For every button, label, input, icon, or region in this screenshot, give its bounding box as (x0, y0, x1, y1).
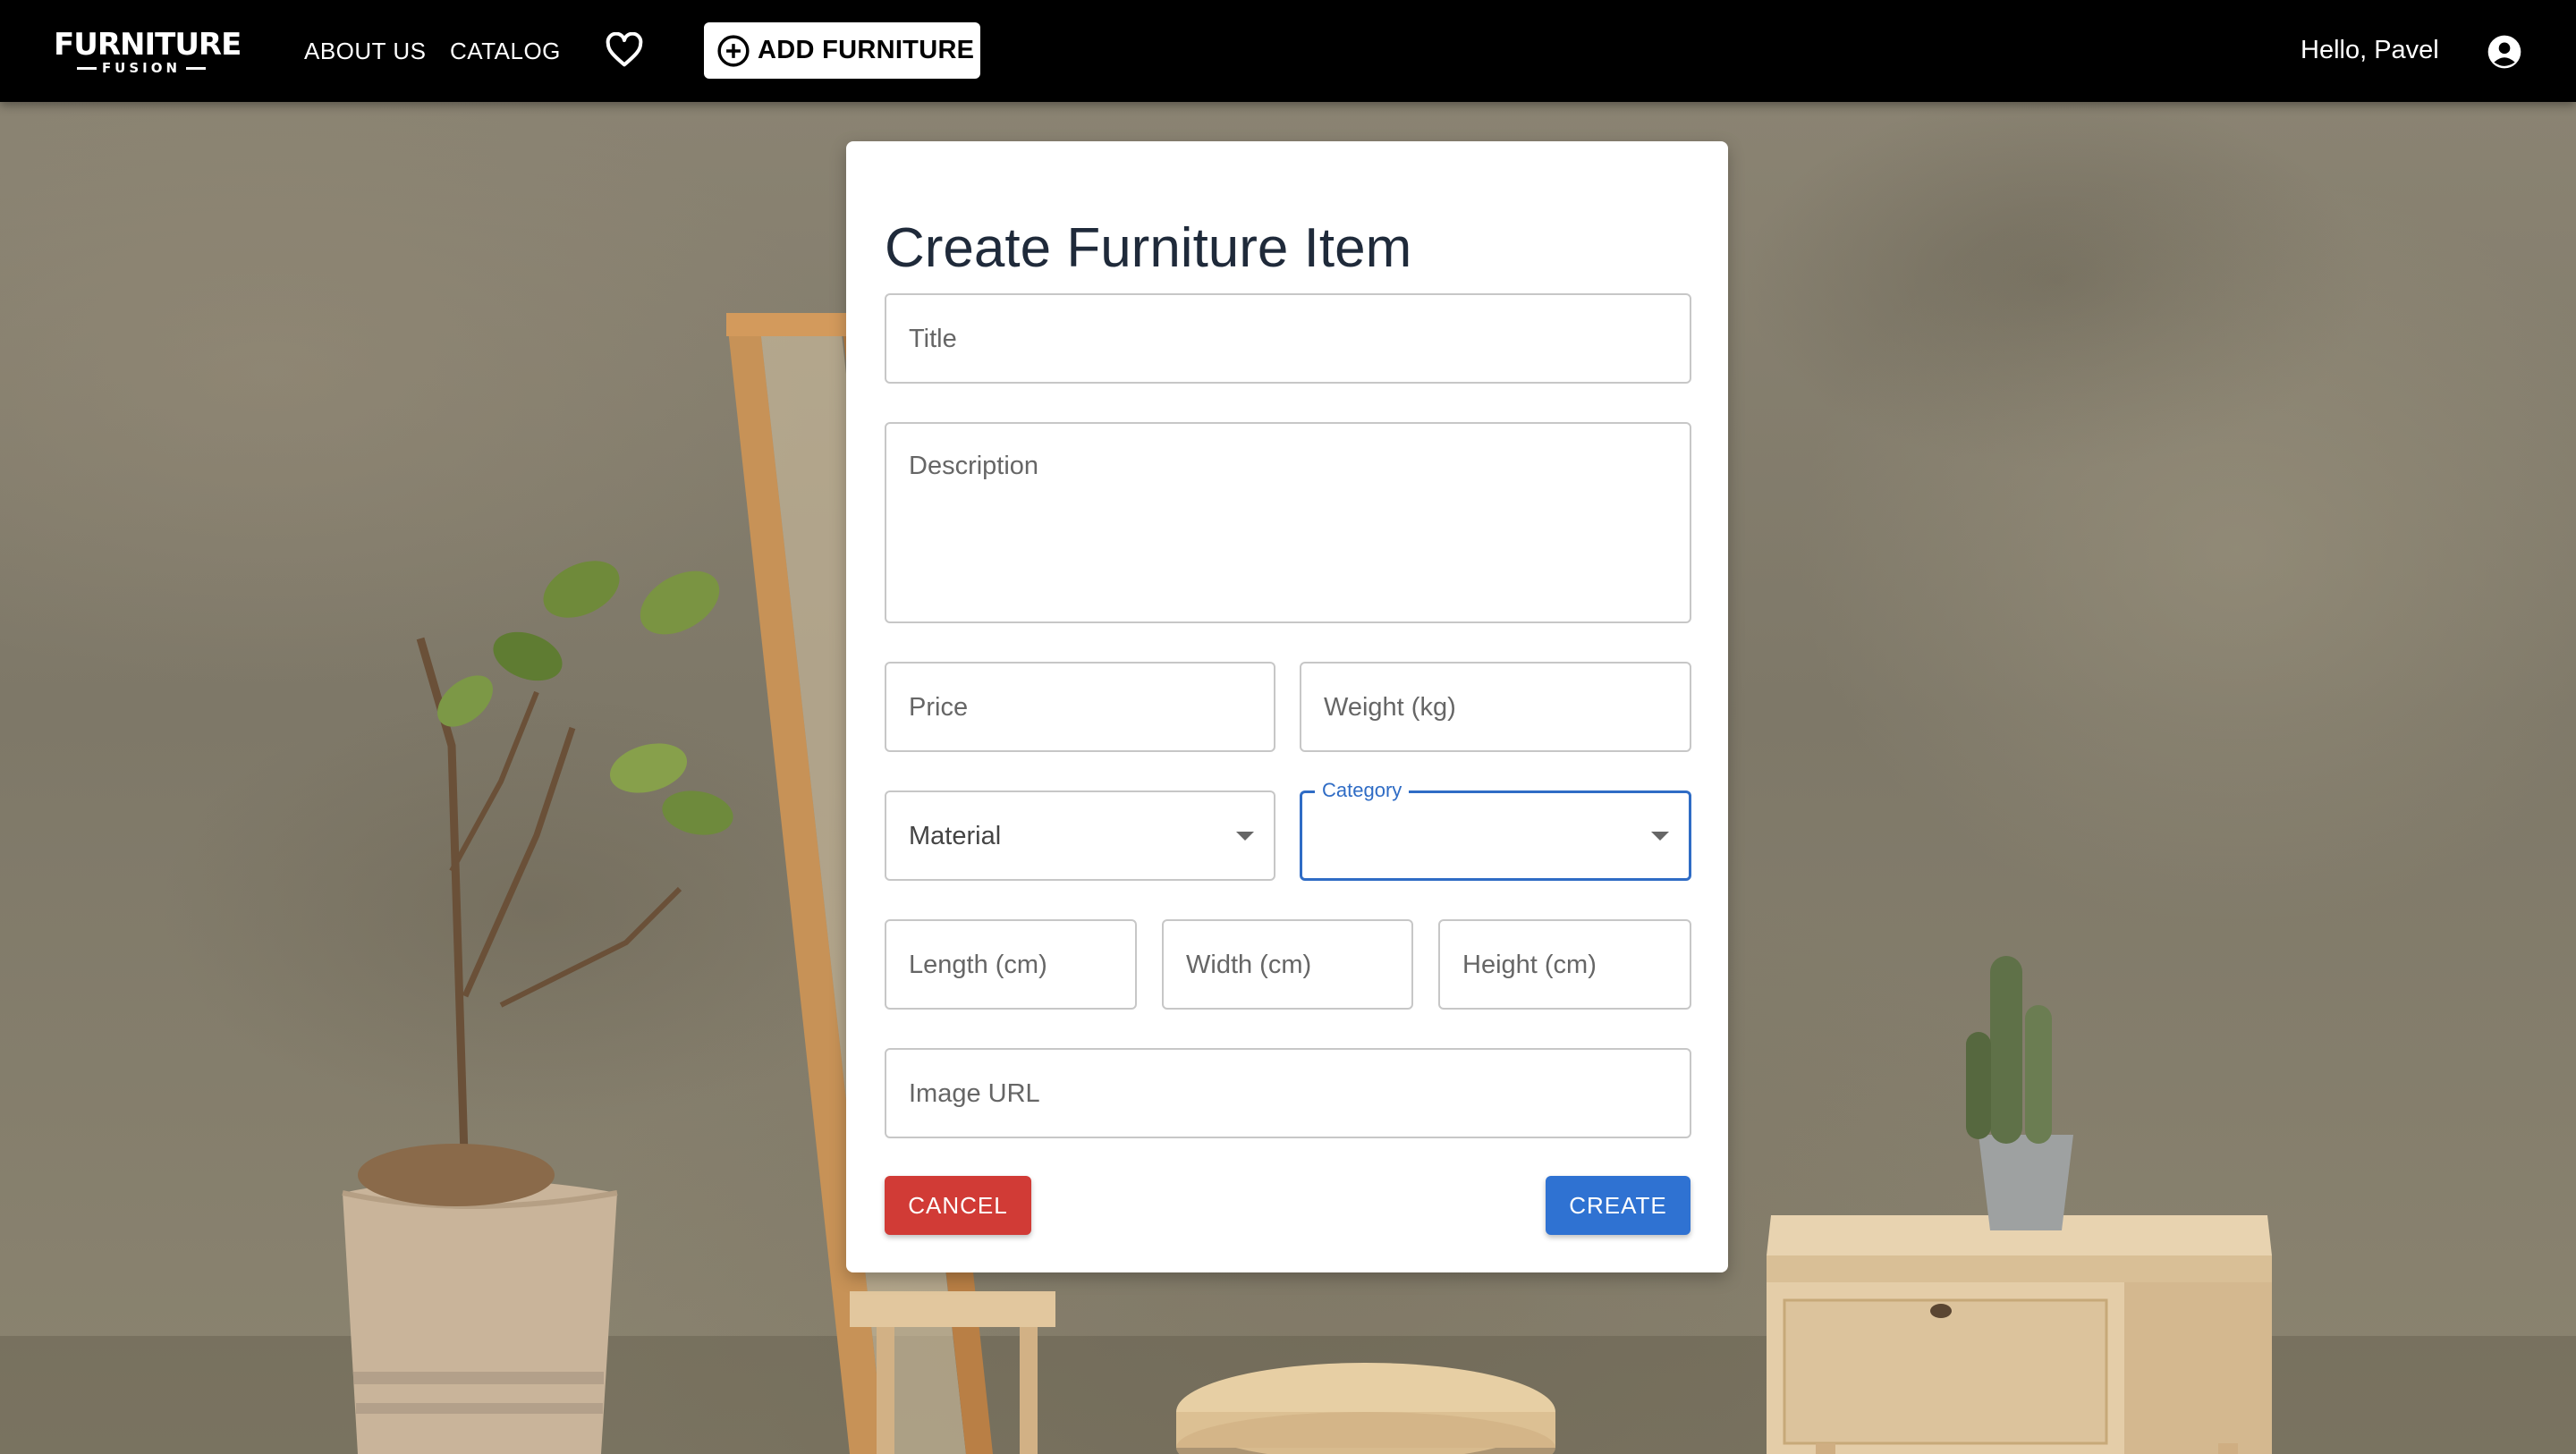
chevron-down-icon (1236, 832, 1254, 841)
brand-subtitle: FUSION (54, 61, 229, 75)
height-input[interactable]: Height (cm) (1438, 919, 1691, 1010)
top-navbar: FURNITURE FUSION ABOUT US CATALOG ADD FU… (0, 0, 2576, 102)
price-input[interactable]: Price (885, 662, 1275, 752)
height-placeholder: Height (cm) (1462, 951, 1597, 979)
length-placeholder: Length (cm) (909, 951, 1047, 979)
title-input[interactable]: Title (885, 293, 1691, 384)
brand-logo[interactable]: FURNITURE FUSION (54, 27, 242, 77)
length-input[interactable]: Length (cm) (885, 919, 1137, 1010)
width-input[interactable]: Width (cm) (1162, 919, 1413, 1010)
account-circle-icon[interactable] (2487, 34, 2522, 70)
category-label: Category (1315, 780, 1410, 801)
chevron-down-icon (1651, 832, 1669, 841)
material-select[interactable]: Material (885, 790, 1275, 881)
plus-circle-icon (717, 34, 750, 67)
cancel-button[interactable]: CANCEL (885, 1176, 1031, 1235)
nav-about-link[interactable]: ABOUT US (304, 36, 426, 66)
create-button[interactable]: CREATE (1546, 1176, 1690, 1235)
heart-icon[interactable] (605, 32, 644, 68)
price-placeholder: Price (909, 693, 969, 722)
weight-placeholder: Weight (kg) (1324, 693, 1456, 722)
width-placeholder: Width (cm) (1186, 951, 1312, 979)
user-greeting: Hello, Pavel (2301, 36, 2439, 64)
category-select[interactable]: Category (1300, 780, 1691, 881)
nav-catalog-link[interactable]: CATALOG (450, 36, 561, 66)
weight-input[interactable]: Weight (kg) (1300, 662, 1691, 752)
title-placeholder: Title (909, 325, 957, 353)
image-url-input[interactable]: Image URL (885, 1048, 1691, 1138)
potted-plant (342, 561, 733, 1454)
create-furniture-form: Create Furniture Item Title Description … (846, 141, 1728, 1272)
add-furniture-label: ADD FURNITURE (758, 36, 975, 64)
form-title: Create Furniture Item (885, 216, 1412, 279)
add-furniture-button[interactable]: ADD FURNITURE (704, 22, 980, 79)
brand-name: FURNITURE (54, 27, 242, 63)
description-placeholder: Description (909, 452, 1039, 480)
description-textarea[interactable]: Description (885, 422, 1691, 623)
image-url-placeholder: Image URL (909, 1079, 1040, 1108)
material-placeholder: Material (909, 822, 1002, 850)
cactus-plant (1966, 956, 2073, 1230)
side-table (1767, 1215, 2272, 1454)
